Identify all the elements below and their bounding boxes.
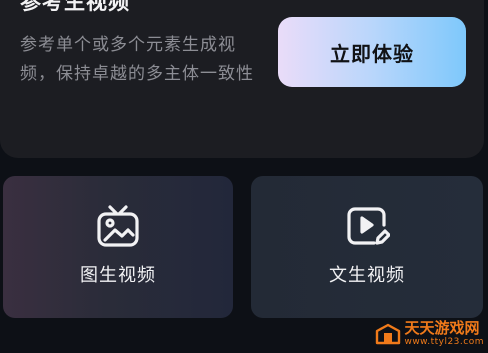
watermark-logo-icon: [376, 323, 401, 345]
tv-image-icon: [97, 205, 139, 247]
app-screen: 参考生视频 参考单个或多个元素生成视频，保持卓越的多主体一致性 立即体验 图生视…: [0, 0, 488, 353]
reference-video-description: 参考单个或多个元素生成视频，保持卓越的多主体一致性: [20, 35, 254, 84]
image-to-video-card[interactable]: 图生视频: [3, 176, 233, 318]
text-to-video-card[interactable]: 文生视频: [251, 176, 483, 318]
try-now-button-label: 立即体验: [330, 41, 414, 66]
watermark-name: 天天游戏网: [404, 319, 480, 337]
video-edit-icon: [347, 207, 390, 245]
text-to-video-label: 文生视频: [329, 265, 405, 286]
watermark-url: www.ttyl23.com: [404, 337, 484, 347]
reference-video-title: 参考生视频: [20, 0, 130, 14]
reference-video-card: 参考生视频 参考单个或多个元素生成视频，保持卓越的多主体一致性 立即体验: [0, 0, 484, 158]
site-watermark: 天天游戏网 www.ttyl23.com: [375, 321, 484, 347]
try-now-button[interactable]: 立即体验: [278, 17, 466, 87]
image-to-video-label: 图生视频: [80, 265, 156, 286]
